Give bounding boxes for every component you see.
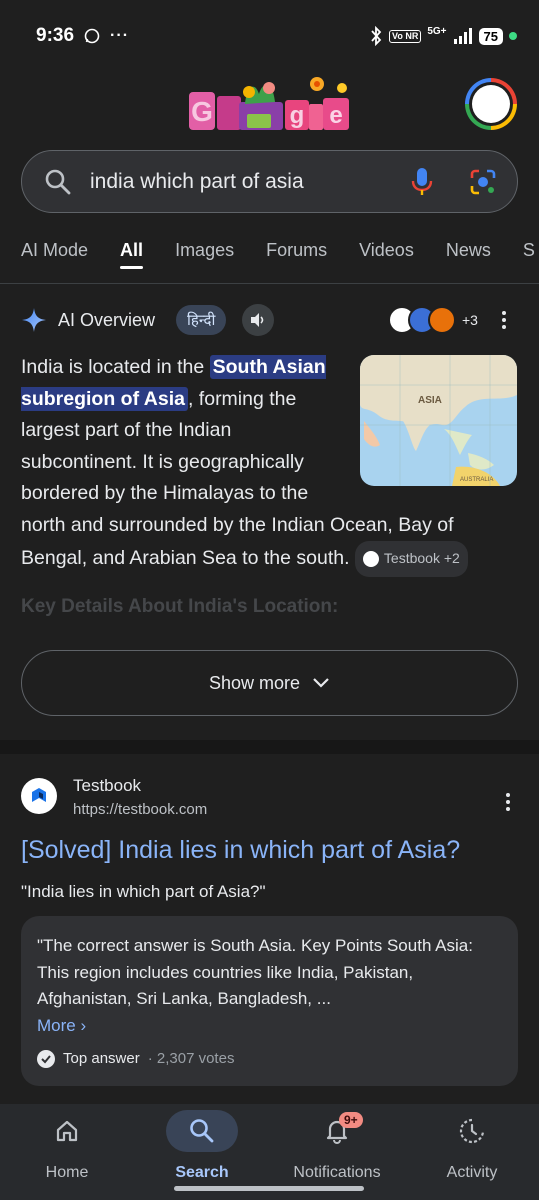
ai-overview-next-heading: Key Details About India's Location:	[21, 596, 339, 617]
nav-activity-label: Activity	[446, 1164, 498, 1181]
tabs-divider	[0, 283, 539, 284]
privacy-indicator-dot	[509, 32, 517, 40]
citation-chip[interactable]: Testbook +2	[354, 541, 468, 577]
result-source[interactable]: Testbook https://testbook.com	[21, 774, 521, 824]
bluetooth-icon	[371, 26, 382, 46]
gesture-bar[interactable]	[174, 1186, 364, 1191]
top-answer-badge: Top answer · 2,307 votes	[37, 1046, 234, 1073]
section-divider	[0, 740, 539, 754]
svg-text:g: g	[290, 102, 305, 129]
whatsapp-icon	[84, 28, 100, 44]
nav-activity[interactable]: Activity	[412, 1110, 532, 1182]
google-lens-icon[interactable]	[469, 168, 497, 196]
status-time: 9:36	[36, 25, 75, 46]
tab-images[interactable]: Images	[175, 230, 234, 278]
vote-count: · 2,307 votes	[147, 1050, 235, 1067]
microphone-icon[interactable]	[409, 167, 435, 197]
ai-overview-text-intro: India is located in the	[21, 356, 210, 378]
header: G g e	[0, 72, 539, 142]
search-tabs: AI Mode All Images Forums Videos News S	[21, 230, 539, 278]
result-menu-icon[interactable]	[503, 790, 513, 814]
volte-icon: Vo NR	[389, 29, 422, 43]
answer-more-link[interactable]: More ›	[37, 1013, 502, 1040]
map-label-asia: ASIA	[418, 395, 442, 406]
source-icon-3	[428, 306, 456, 334]
tab-ai-mode[interactable]: AI Mode	[21, 230, 88, 278]
ai-sparkle-icon	[22, 308, 46, 332]
nav-search-label: Search	[175, 1164, 229, 1181]
account-avatar[interactable]	[465, 78, 517, 130]
top-answer-label: Top answer	[63, 1050, 140, 1067]
ai-overview-menu-icon[interactable]	[499, 308, 509, 332]
search-icon	[45, 169, 71, 194]
testbook-logo-icon	[32, 788, 46, 802]
asia-map-thumbnail[interactable]: ASIA AUSTRALIA	[360, 355, 517, 486]
nav-home[interactable]: Home	[7, 1110, 127, 1182]
map-label-australia: AUSTRALIA	[460, 477, 493, 483]
status-bar: 9:36 ··· Vo NR 5G+ 75	[0, 0, 539, 72]
nav-home-label: Home	[45, 1164, 89, 1181]
speaker-icon	[251, 313, 264, 327]
search-icon	[190, 1119, 214, 1143]
check-icon	[37, 1050, 55, 1069]
notifications-badge: 9+	[339, 1112, 363, 1128]
nav-search[interactable]: Search	[142, 1110, 262, 1182]
google-doodle-logo[interactable]: G g e	[187, 74, 352, 136]
ai-overview-body: ASIA AUSTRALIA India is located in the S…	[21, 352, 521, 577]
listen-button[interactable]	[242, 304, 275, 336]
sources-count: +3	[462, 312, 478, 328]
network-type: 5G+	[427, 25, 447, 37]
battery-indicator: 75	[478, 27, 503, 45]
tab-shopping[interactable]: S	[523, 230, 535, 278]
ai-overview-title: AI Overview	[58, 309, 156, 330]
testbook-favicon	[21, 778, 57, 814]
answer-text: "The correct answer is South Asia. Key P…	[37, 936, 473, 1008]
top-answer-card[interactable]: "The correct answer is South Asia. Key P…	[21, 916, 518, 1086]
source-icons[interactable]: +3	[388, 306, 478, 334]
result-snippet: "India lies in which part of Asia?"	[21, 882, 266, 901]
testbook-citation-icon	[362, 550, 379, 567]
show-more-label: Show more	[208, 672, 301, 693]
search-input[interactable]	[90, 169, 409, 194]
signal-icon	[453, 28, 472, 44]
result-url: https://testbook.com	[73, 801, 208, 818]
nav-notifications[interactable]: 9+ Notifications	[277, 1110, 397, 1182]
result-title-link[interactable]: [Solved] India lies in which part of Asi…	[21, 836, 460, 865]
tab-news[interactable]: News	[446, 230, 491, 278]
tab-all[interactable]: All	[120, 230, 144, 278]
nav-notifications-label: Notifications	[293, 1164, 381, 1181]
svg-text:e: e	[329, 102, 342, 129]
map-image: ASIA AUSTRALIA	[360, 355, 517, 486]
more-notifications-icon: ···	[110, 27, 130, 44]
citation-label: Testbook +2	[383, 550, 460, 566]
ai-overview-header: AI Overview हिन्दी +3	[21, 302, 521, 338]
tab-forums[interactable]: Forums	[266, 230, 327, 278]
tab-videos[interactable]: Videos	[359, 230, 414, 278]
show-more-button[interactable]: Show more	[21, 650, 518, 716]
home-icon	[56, 1120, 78, 1142]
activity-icon	[459, 1118, 485, 1144]
search-bar[interactable]	[21, 150, 518, 213]
chevron-down-icon	[313, 678, 329, 688]
hindi-translate-chip[interactable]: हिन्दी	[176, 305, 227, 335]
result-site-name: Testbook	[73, 776, 142, 795]
svg-text:G: G	[191, 96, 213, 127]
